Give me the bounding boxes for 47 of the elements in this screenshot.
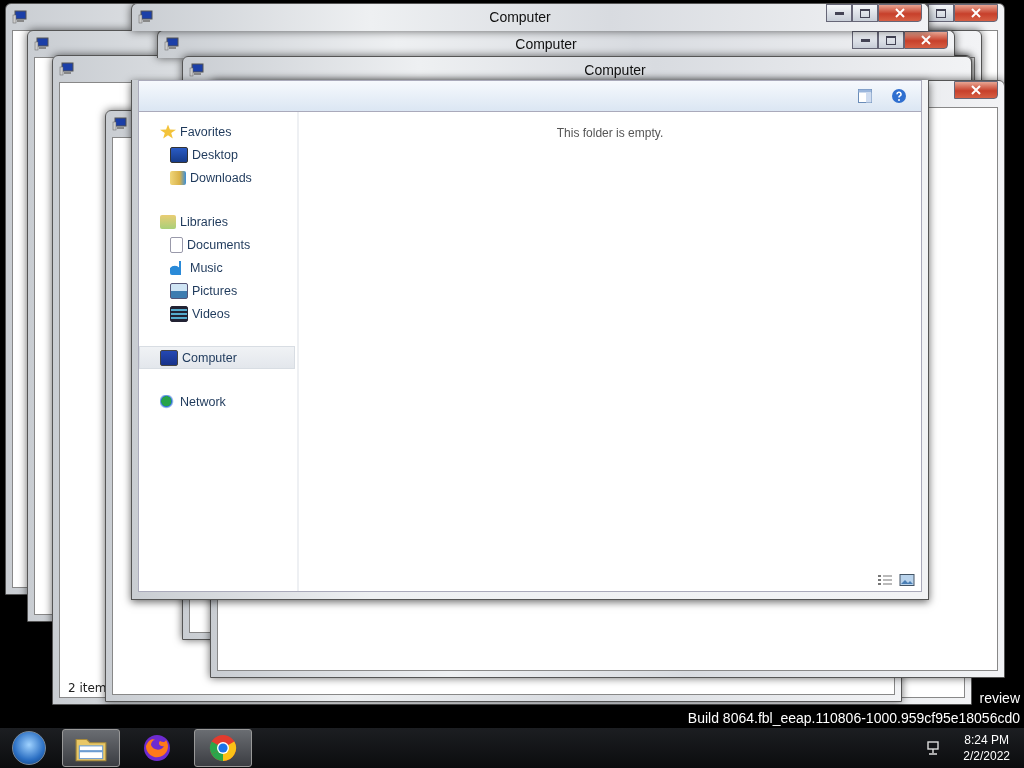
close-button[interactable] bbox=[954, 81, 998, 99]
watermark-text: review bbox=[979, 690, 1020, 706]
minimize-button[interactable] bbox=[852, 31, 878, 49]
nav-item[interactable]: Favorites bbox=[139, 120, 295, 143]
close-icon bbox=[895, 8, 905, 18]
close-icon bbox=[921, 35, 931, 45]
nav-item[interactable]: Downloads bbox=[139, 166, 295, 189]
preview-view-icon[interactable] bbox=[899, 573, 915, 587]
maximize-button[interactable] bbox=[852, 4, 878, 22]
maximize-button[interactable] bbox=[878, 31, 904, 49]
close-button[interactable] bbox=[878, 4, 922, 22]
close-icon bbox=[971, 85, 981, 95]
folder-taskbar-button[interactable] bbox=[62, 729, 120, 767]
window-title: Computer bbox=[514, 36, 577, 52]
nav-item[interactable]: Desktop bbox=[139, 143, 295, 166]
watermark-text: Build 8064.fbl_eeap.110806-1000.959cf95e18056cd0 bbox=[687, 710, 1020, 726]
details-view-icon[interactable] bbox=[877, 573, 893, 587]
nav-item[interactable]: Music bbox=[139, 256, 295, 279]
nav-item[interactable]: Pictures bbox=[139, 279, 295, 302]
nav-item[interactable]: Libraries bbox=[139, 210, 295, 233]
computer-icon bbox=[112, 116, 128, 132]
help-icon[interactable] bbox=[891, 88, 907, 104]
computer-icon bbox=[164, 36, 180, 52]
nav-item[interactable]: Computer bbox=[139, 346, 295, 369]
nav-item[interactable]: Videos bbox=[139, 302, 295, 325]
close-button[interactable] bbox=[954, 4, 998, 22]
computer-icon bbox=[34, 36, 50, 52]
browser-taskbar-button[interactable] bbox=[194, 729, 252, 767]
computer-icon bbox=[138, 9, 154, 25]
nav-item[interactable]: Documents bbox=[139, 233, 295, 256]
status-text: 2 item bbox=[68, 681, 107, 695]
window-title: Computer bbox=[488, 9, 551, 25]
close-button[interactable] bbox=[904, 31, 948, 49]
browser-icon bbox=[207, 732, 239, 764]
empty-folder-message: This folder is empty. bbox=[556, 126, 664, 142]
nav-item[interactable]: Network bbox=[139, 390, 295, 413]
computer-icon bbox=[59, 61, 75, 77]
layout-icon[interactable] bbox=[857, 88, 873, 104]
computer-icon bbox=[12, 9, 28, 25]
clock[interactable]: 8:24 PM 2/2/2022 bbox=[957, 733, 1016, 763]
network-icon[interactable] bbox=[925, 740, 942, 756]
computer-icon bbox=[189, 62, 205, 78]
browser-icon bbox=[141, 732, 173, 764]
window-title: Computer bbox=[583, 62, 646, 78]
close-icon bbox=[971, 8, 981, 18]
maximize-button[interactable] bbox=[928, 4, 954, 22]
minimize-button[interactable] bbox=[826, 4, 852, 22]
